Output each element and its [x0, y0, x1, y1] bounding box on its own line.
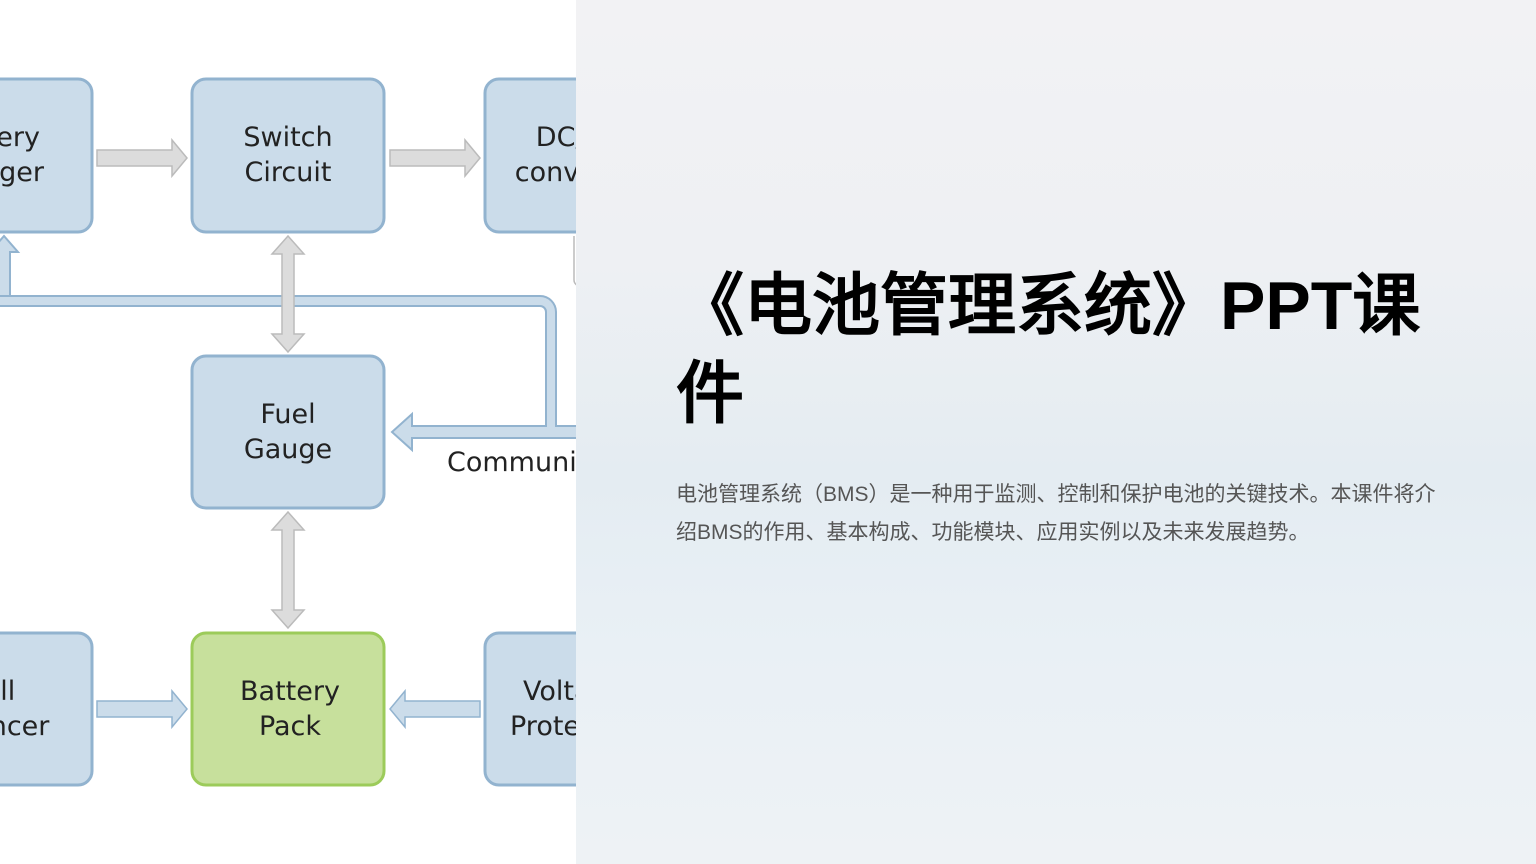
title-panel: 《电池管理系统》PPT课件 电池管理系统（BMS）是一种用于监测、控制和保护电池…	[576, 0, 1536, 864]
box-dcdc-converter: DC/DC converter	[483, 77, 576, 234]
box-label: Protection	[510, 711, 576, 742]
box-label: Pack	[259, 711, 321, 742]
box-label: Voltage	[523, 676, 576, 707]
bus-to-charger-arrow	[0, 234, 21, 297]
box-label: Gauge	[244, 434, 332, 465]
charger-to-switch-arrow	[96, 137, 188, 179]
box-label: Switch	[243, 122, 332, 153]
box-label: Battery	[240, 676, 340, 707]
switch-fuel-arrow	[270, 234, 306, 354]
box-switch-circuit: Switch Circuit	[190, 77, 386, 234]
bus-label: Communication	[447, 447, 576, 478]
slide-description: 电池管理系统（BMS）是一种用于监测、控制和保护电池的关键技术。本课件将介绍BM…	[676, 483, 1436, 544]
switch-to-dcdc-arrow	[389, 137, 481, 179]
box-label: Charger	[0, 157, 45, 188]
box-label: Cell	[0, 676, 15, 707]
box-cell-balancer: Cell Balancer	[0, 631, 94, 787]
box-label: DC/DC	[536, 122, 576, 153]
box-label: Fuel	[260, 399, 315, 430]
fuel-pack-arrow	[270, 510, 306, 630]
box-label: Circuit	[245, 157, 332, 188]
box-label: Balancer	[0, 711, 50, 742]
slide-title: 《电池管理系统》PPT课件	[676, 268, 1421, 432]
bms-block-diagram: Battery Charger Switch Circuit DC/DC con…	[0, 77, 576, 787]
balancer-to-pack-arrow	[96, 688, 188, 730]
protect-to-pack-arrow	[389, 688, 481, 730]
diagram-image: Battery Charger Switch Circuit DC/DC con…	[0, 0, 576, 864]
box-battery-pack: Battery Pack	[190, 631, 386, 787]
box-label: converter	[515, 157, 576, 188]
box-label: Battery	[0, 122, 40, 153]
box-voltage-protection: Voltage Protection	[483, 631, 576, 787]
box-fuel-gauge: Fuel Gauge	[190, 354, 386, 510]
box-battery-charger: Battery Charger	[0, 77, 94, 234]
